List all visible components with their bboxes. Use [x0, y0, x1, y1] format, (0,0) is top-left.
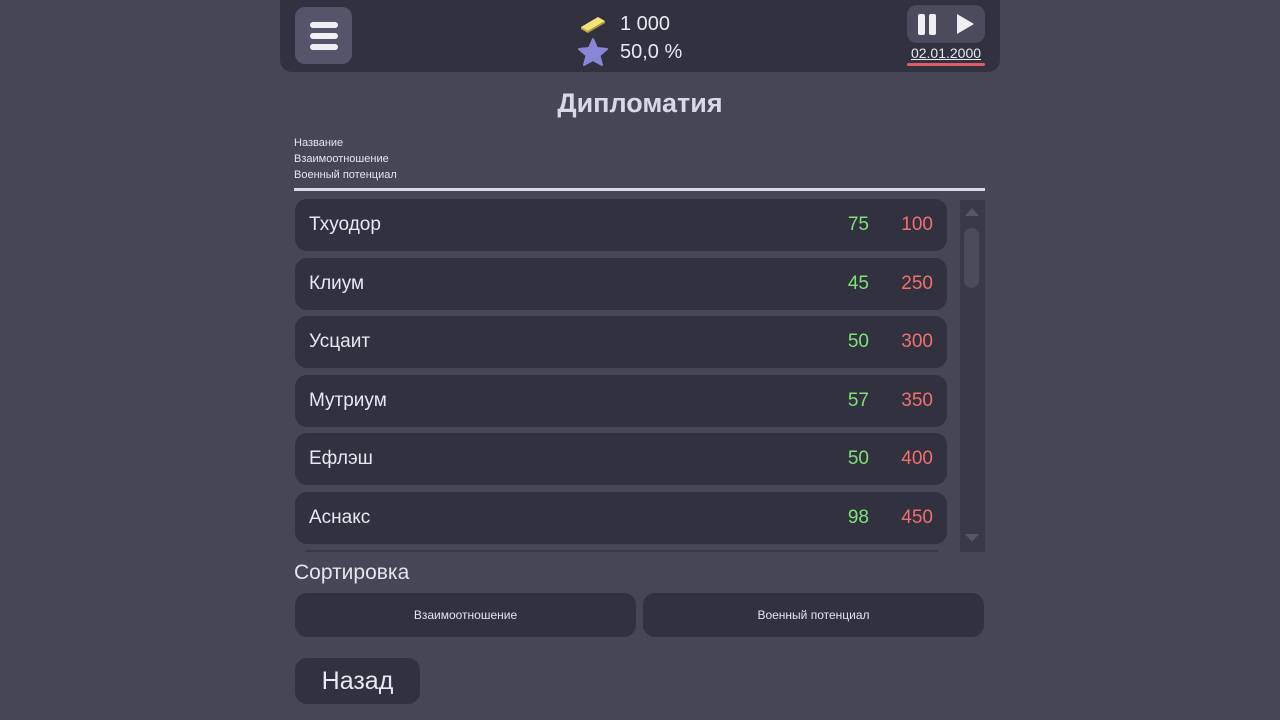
- column-legend: Название Взаимоотношение Военный потенци…: [294, 135, 397, 183]
- country-name: Аснакс: [309, 506, 371, 528]
- list-bottom-divider: [305, 550, 938, 552]
- country-row[interactable]: Ефлэш 50 400: [295, 433, 947, 486]
- military-value: 400: [901, 448, 933, 470]
- back-button[interactable]: Назад: [295, 658, 420, 704]
- scroll-up-icon[interactable]: [965, 208, 979, 216]
- gold-value: 1 000: [620, 12, 671, 35]
- country-name: Усцаит: [309, 331, 371, 353]
- date-progress-bar: [907, 63, 985, 66]
- country-row[interactable]: Мутриум 57 350: [295, 374, 947, 427]
- military-value: 300: [901, 331, 933, 353]
- hamburger-icon: [309, 21, 338, 28]
- country-list: Тхуодор 75 100 Клиум 45 250 Усцаит 50 30…: [295, 199, 947, 551]
- military-value: 100: [901, 214, 933, 235]
- relation-value: 50: [847, 448, 869, 470]
- country-row[interactable]: Аснакс 98 450: [295, 491, 947, 544]
- legend-relation: Взаимоотношение: [294, 153, 389, 165]
- country-row[interactable]: Клиум 45 250: [295, 257, 947, 310]
- top-bar: 1 000 50,0 % 02.01.2000: [280, 0, 1000, 72]
- rating-value: 50,0 %: [620, 40, 683, 63]
- play-icon[interactable]: [957, 14, 974, 34]
- scrollbar[interactable]: [960, 200, 985, 552]
- country-row[interactable]: Тхуодор 75 100: [295, 199, 947, 251]
- military-value: 450: [901, 506, 933, 528]
- star-icon: [578, 38, 608, 66]
- rating-stat: 50,0 %: [578, 38, 682, 66]
- military-value: 250: [901, 272, 933, 294]
- sort-by-relation-button[interactable]: Взаимоотношение: [295, 593, 636, 637]
- relation-value: 45: [847, 272, 869, 294]
- relation-value: 50: [847, 331, 869, 353]
- sort-by-military-button[interactable]: Военный потенциал: [643, 593, 984, 637]
- country-name: Мутриум: [309, 389, 387, 411]
- time-controls: [907, 5, 985, 43]
- page-title: Дипломатия: [557, 88, 723, 118]
- header-divider: [294, 188, 985, 191]
- sort-label: Сортировка: [294, 561, 410, 584]
- menu-button[interactable]: [295, 7, 352, 64]
- gold-stat: 1 000: [578, 10, 670, 38]
- country-row[interactable]: Усцаит 50 300: [295, 316, 947, 369]
- legend-military: Военный потенциал: [294, 169, 397, 181]
- gold-bar-icon: [578, 10, 608, 38]
- country-name: Тхуодор: [309, 214, 381, 235]
- military-value: 350: [901, 389, 933, 411]
- country-name: Ефлэш: [309, 448, 373, 470]
- country-name: Клиум: [309, 272, 365, 294]
- relation-value: 98: [847, 506, 869, 528]
- relation-value: 57: [847, 389, 869, 411]
- legend-name: Название: [294, 137, 344, 149]
- game-date: 02.01.2000: [910, 45, 982, 61]
- relation-value: 75: [847, 214, 869, 235]
- scroll-down-icon[interactable]: [965, 534, 979, 542]
- pause-icon[interactable]: [917, 14, 939, 36]
- scrollbar-thumb[interactable]: [964, 228, 979, 288]
